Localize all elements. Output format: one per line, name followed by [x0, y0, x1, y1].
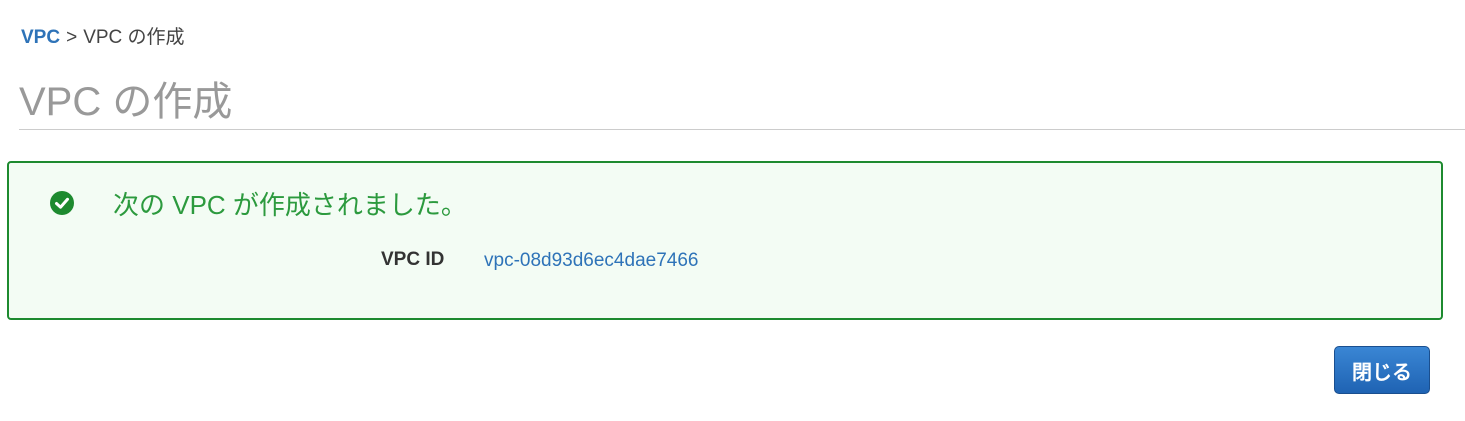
success-alert: 次の VPC が作成されました。 VPC ID vpc-08d93d6ec4da…: [7, 161, 1443, 320]
title-divider: [19, 129, 1465, 130]
vpc-id-link[interactable]: vpc-08d93d6ec4dae7466: [484, 250, 698, 272]
breadcrumb: VPC > VPC の作成: [21, 22, 185, 49]
breadcrumb-current: VPC の作成: [83, 27, 185, 48]
success-message: 次の VPC が作成されました。: [113, 190, 467, 220]
vpc-id-label: VPC ID: [381, 249, 445, 270]
breadcrumb-link-vpc[interactable]: VPC: [21, 27, 60, 48]
page-title: VPC の作成: [19, 80, 233, 124]
check-circle-icon: [50, 191, 74, 215]
close-button[interactable]: 閉じる: [1334, 346, 1430, 394]
breadcrumb-separator: >: [66, 27, 78, 48]
